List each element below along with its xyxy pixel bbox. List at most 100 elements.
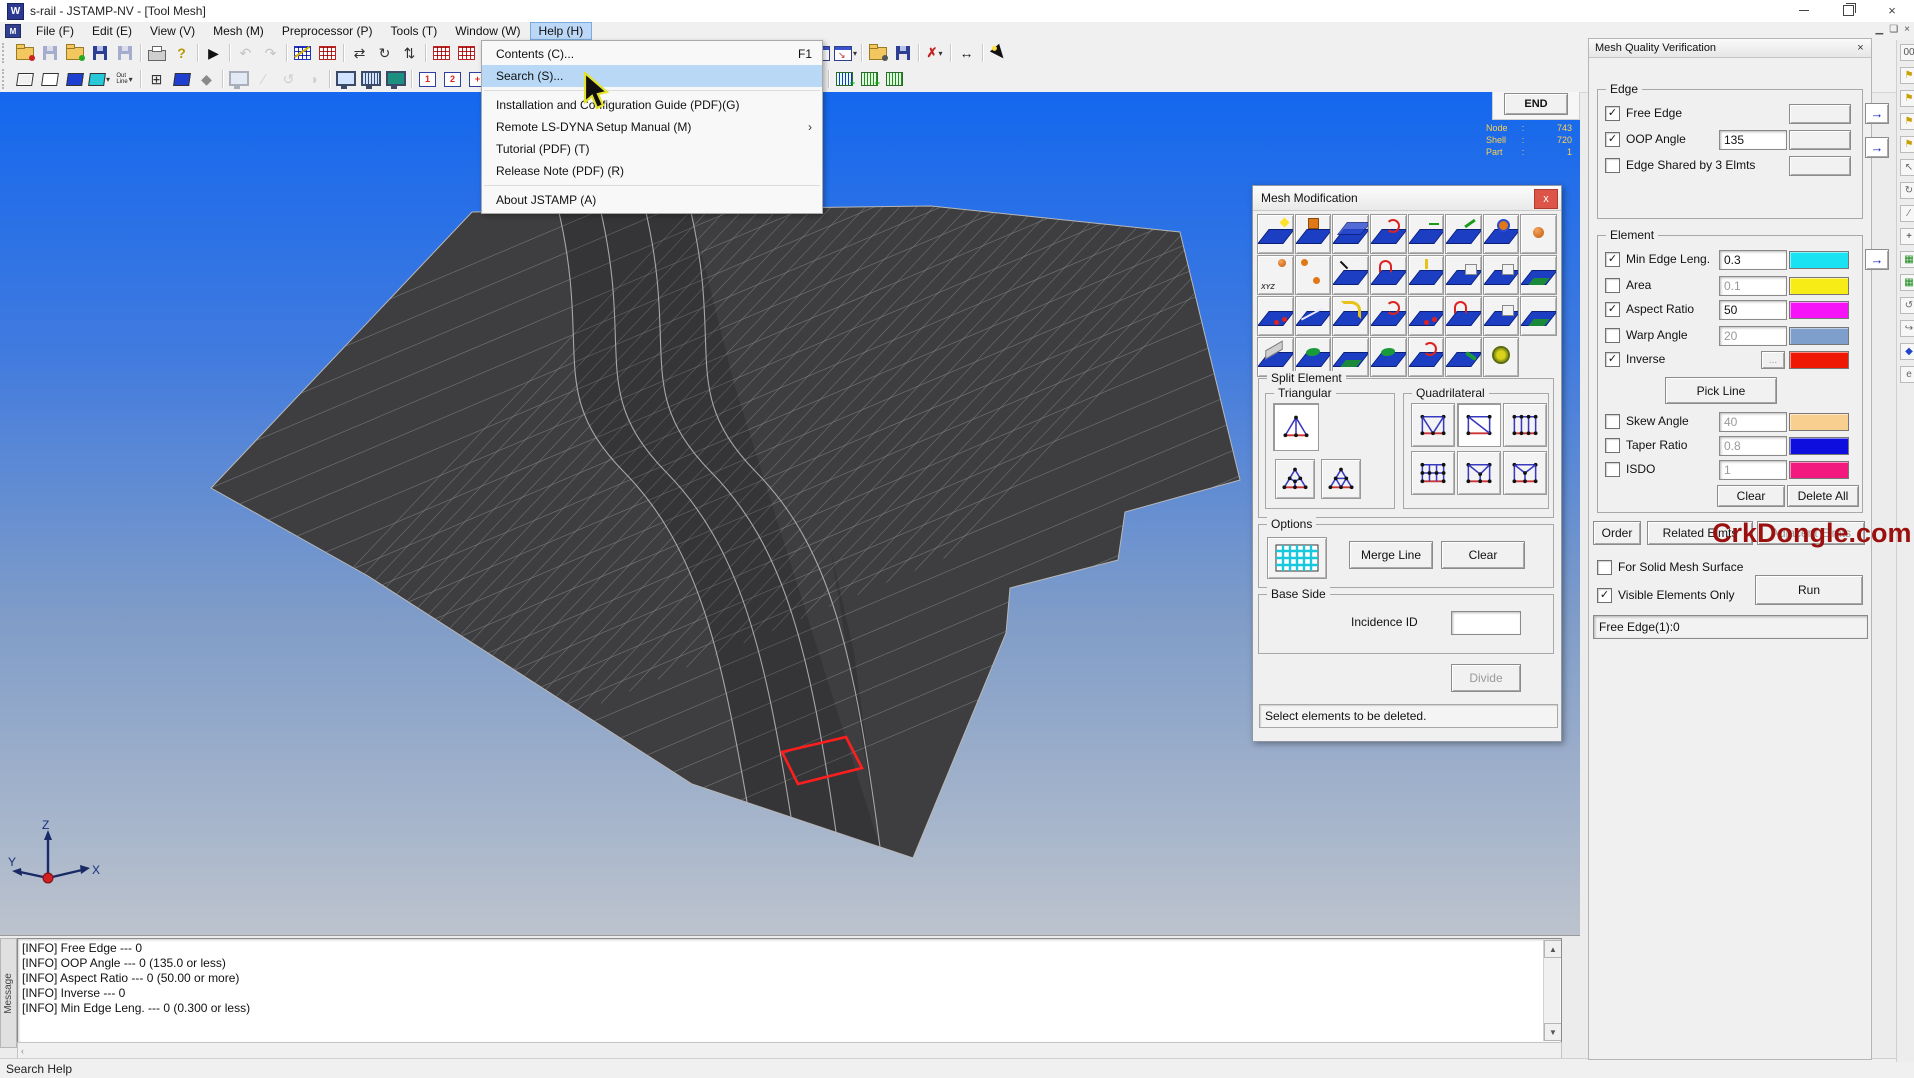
fold-element-tool-button[interactable] bbox=[1483, 296, 1520, 336]
separate-element-tool-button[interactable] bbox=[1408, 296, 1445, 336]
quad-view-button[interactable]: ⊞ bbox=[144, 68, 169, 91]
skew-angle-field[interactable]: 40 bbox=[1719, 412, 1787, 432]
rotate-element-tool-button[interactable] bbox=[1370, 214, 1407, 254]
node-tool-button[interactable] bbox=[1520, 214, 1557, 254]
refresh-icon[interactable]: ↺ bbox=[1900, 297, 1914, 314]
flag-yellow-2-icon[interactable]: ⚑ bbox=[1900, 90, 1914, 107]
help-menu-item-5[interactable]: Tutorial (PDF) (T) bbox=[482, 138, 822, 160]
grid-green-1-icon[interactable]: ▦ bbox=[1900, 251, 1914, 268]
drag-element-tool-button[interactable] bbox=[1370, 296, 1407, 336]
help-menu-item-0[interactable]: Contents (C)...F1 bbox=[482, 43, 822, 65]
node-to-solid-tool-button[interactable] bbox=[1445, 255, 1482, 295]
grid-green-2-icon[interactable]: ▦ bbox=[1900, 274, 1914, 291]
exit-icon[interactable]: ↪ bbox=[1900, 320, 1914, 337]
surface-sheet-tool-button[interactable] bbox=[1370, 337, 1407, 377]
inverse-color-swatch[interactable] bbox=[1789, 351, 1849, 369]
copy-element-tool-button[interactable] bbox=[1332, 214, 1369, 254]
log-horizontal-scrollbar[interactable]: ‹ bbox=[17, 1042, 1562, 1059]
window-1-button[interactable]: 1 bbox=[415, 68, 440, 91]
mesh-modification-title-bar[interactable]: Mesh Modification x bbox=[1253, 186, 1561, 211]
run-solver-button[interactable]: ▶ bbox=[201, 42, 226, 65]
end-button[interactable]: END bbox=[1504, 93, 1568, 115]
aspect-ratio-field[interactable]: 50 bbox=[1719, 300, 1787, 320]
menu-file[interactable]: File (F) bbox=[27, 22, 83, 40]
inverse-browse-button[interactable]: ... bbox=[1761, 351, 1785, 369]
ruler-icon[interactable]: ∕ bbox=[1900, 205, 1914, 222]
node-normal-tool-button[interactable] bbox=[1408, 214, 1445, 254]
menu-tools[interactable]: Tools (T) bbox=[382, 22, 447, 40]
pin-element-tool-button[interactable] bbox=[1408, 255, 1445, 295]
taper-ratio-field[interactable]: 0.8 bbox=[1719, 436, 1787, 456]
menu-view[interactable]: View (V) bbox=[141, 22, 204, 40]
split-quad-grid-button[interactable] bbox=[1411, 451, 1455, 495]
plus-icon[interactable]: + bbox=[1900, 228, 1914, 245]
delete-entity-button[interactable]: ✗▾ bbox=[922, 42, 947, 65]
split-triangular-2-button[interactable] bbox=[1273, 403, 1319, 451]
edge-shared-color-button[interactable] bbox=[1789, 156, 1851, 176]
clear-options-button[interactable]: Clear bbox=[1441, 541, 1525, 569]
checkbox-unchecked[interactable] bbox=[1605, 438, 1620, 453]
anchor-icon[interactable]: e bbox=[1900, 366, 1914, 383]
area-field[interactable]: 0.1 bbox=[1719, 276, 1787, 296]
checkbox-unchecked[interactable] bbox=[1597, 560, 1612, 575]
run-button[interactable]: Run bbox=[1755, 575, 1863, 605]
message-tab[interactable]: Message bbox=[0, 938, 17, 1048]
translate-node-button[interactable]: ⇄ bbox=[347, 42, 372, 65]
checkbox-unchecked[interactable] bbox=[1605, 278, 1620, 293]
merge-line-button[interactable]: Merge Line bbox=[1349, 541, 1433, 569]
split-arrow-tool-button[interactable] bbox=[1257, 296, 1294, 336]
help-button[interactable]: ? bbox=[169, 42, 194, 65]
mesh-check-red-button[interactable] bbox=[315, 42, 340, 65]
dialog-close-icon[interactable]: x bbox=[1534, 189, 1558, 209]
replace-node-tool-button[interactable] bbox=[1370, 255, 1407, 295]
skew-angle-color-swatch[interactable] bbox=[1789, 413, 1849, 431]
oop-angle-color-button[interactable] bbox=[1789, 130, 1851, 150]
checkbox-unchecked[interactable] bbox=[1605, 158, 1620, 173]
help-menu-item-6[interactable]: Release Note (PDF) (R) bbox=[482, 160, 822, 182]
element-tool-2-button[interactable] bbox=[454, 42, 479, 65]
split-quad-diagonal-button[interactable] bbox=[1457, 403, 1501, 447]
save-button[interactable] bbox=[112, 42, 137, 65]
menu-edit[interactable]: Edit (E) bbox=[83, 22, 141, 40]
view-solid-button[interactable] bbox=[62, 68, 87, 91]
menu-help[interactable]: Help (H) bbox=[530, 22, 593, 40]
open-jstamp-button[interactable] bbox=[62, 42, 87, 65]
split-quad-center-button[interactable] bbox=[1457, 451, 1501, 495]
warp-angle-color-swatch[interactable] bbox=[1789, 327, 1849, 345]
rotate-icon[interactable]: ↻ bbox=[1900, 182, 1914, 199]
mesh-add-button[interactable]: + bbox=[832, 68, 857, 91]
warp-angle-field[interactable]: 20 bbox=[1719, 326, 1787, 346]
redo-button[interactable]: ↷ bbox=[258, 42, 283, 65]
checkbox-checked[interactable]: ✓ bbox=[1605, 132, 1620, 147]
view-shaded-button[interactable]: ▾ bbox=[87, 68, 112, 91]
mesh-check-blue-button[interactable] bbox=[290, 42, 315, 65]
scroll-up-icon[interactable]: ▲ bbox=[1544, 940, 1562, 958]
taper-ratio-color-swatch[interactable] bbox=[1789, 437, 1849, 455]
mdi-child-icon[interactable]: M bbox=[5, 24, 21, 38]
mdi-close-button[interactable]: × bbox=[1904, 24, 1910, 35]
checkbox-checked[interactable]: ✓ bbox=[1605, 106, 1620, 121]
save-cad-button[interactable] bbox=[37, 42, 62, 65]
menu-mesh[interactable]: Mesh (M) bbox=[204, 22, 273, 40]
undo-button[interactable]: ↶ bbox=[233, 42, 258, 65]
con-view-button[interactable] bbox=[226, 68, 251, 91]
save-session-button[interactable] bbox=[890, 42, 915, 65]
oo-counter-icon[interactable]: 00 bbox=[1900, 44, 1914, 61]
flag-yellow-4-icon[interactable]: ⚑ bbox=[1900, 136, 1914, 153]
menu-window[interactable]: Window (W) bbox=[446, 22, 529, 40]
incidence-id-field[interactable] bbox=[1451, 611, 1521, 635]
dropdown-caret-icon[interactable]: ▾ bbox=[938, 49, 942, 58]
element-on-node-tool-button[interactable] bbox=[1295, 214, 1332, 254]
pick-line-button[interactable]: Pick Line bbox=[1665, 377, 1777, 404]
dropdown-caret-icon[interactable]: ▾ bbox=[129, 75, 133, 84]
area-color-swatch[interactable] bbox=[1789, 277, 1849, 295]
pick-arrow-button[interactable] bbox=[986, 42, 1011, 65]
sync-view-button[interactable]: ↺ bbox=[276, 68, 301, 91]
node-chain-tool-button[interactable] bbox=[1445, 214, 1482, 254]
mesh-density-button[interactable] bbox=[1267, 537, 1327, 579]
help-menu-item-3[interactable]: Installation and Configuration Guide (PD… bbox=[482, 94, 822, 116]
dropdown-caret-icon[interactable]: ▾ bbox=[853, 49, 857, 58]
checkbox-unchecked[interactable] bbox=[1605, 462, 1620, 477]
fit-width-button[interactable]: ↔ bbox=[954, 42, 979, 65]
checkbox-unchecked[interactable] bbox=[1605, 414, 1620, 429]
